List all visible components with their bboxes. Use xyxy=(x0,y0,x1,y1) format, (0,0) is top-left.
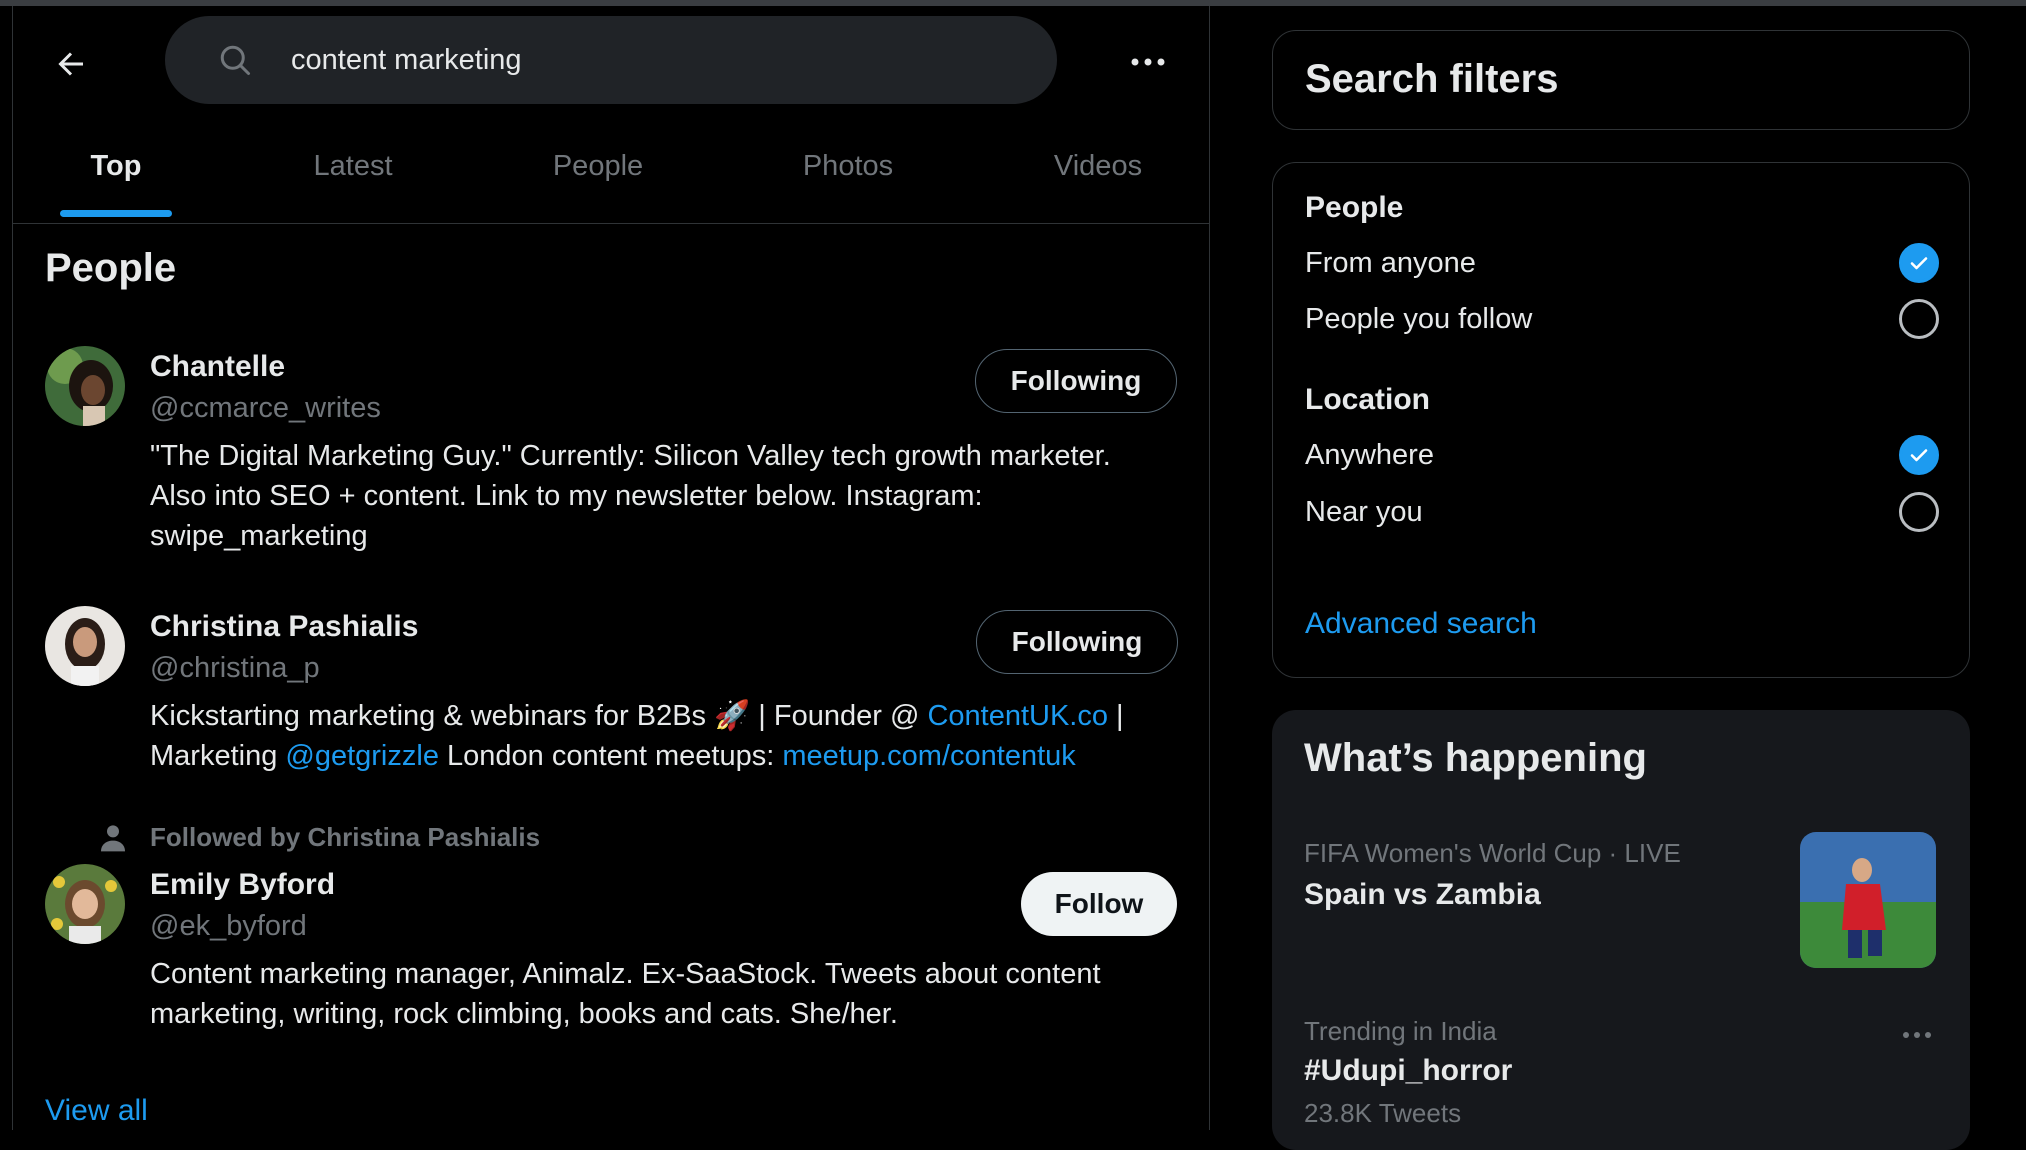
whats-happening-title: What’s happening xyxy=(1304,736,1647,780)
back-button[interactable] xyxy=(43,36,99,92)
location-filter-heading: Location xyxy=(1305,383,1430,416)
person-card[interactable]: Emily Byford @ek_byford Follow Content m… xyxy=(13,856,1209,1056)
main-column: Top Latest People Photos Videos People C… xyxy=(12,6,1210,1130)
trend-name[interactable]: Spain vs Zambia xyxy=(1304,878,1541,912)
bio-mention-link[interactable]: @getgrizzle xyxy=(285,740,439,772)
near-you-radio[interactable] xyxy=(1899,492,1939,532)
person-handle: @ek_byford xyxy=(150,910,307,942)
search-tabs: Top Latest People Photos Videos xyxy=(13,108,1209,224)
people-you-follow-label[interactable]: People you follow xyxy=(1305,303,1532,336)
back-arrow-icon xyxy=(58,52,83,76)
person-handle: @christina_p xyxy=(150,652,320,684)
bio-line: marketing, writing, rock climbing, books… xyxy=(150,998,898,1030)
tab-people[interactable]: People xyxy=(523,108,673,224)
person-card[interactable]: Christina Pashialis @christina_p Followi… xyxy=(13,596,1209,796)
advanced-search-link[interactable]: Advanced search xyxy=(1305,607,1537,641)
view-all-link[interactable]: View all xyxy=(45,1094,148,1128)
from-anyone-radio[interactable] xyxy=(1899,243,1939,283)
search-filters-header-card: Search filters xyxy=(1272,30,1970,130)
bio-text: Marketing xyxy=(150,740,286,772)
person-name[interactable]: Chantelle xyxy=(150,350,285,384)
bio-text: | xyxy=(1107,700,1124,732)
from-anyone-label[interactable]: From anyone xyxy=(1305,247,1476,280)
anywhere-radio[interactable] xyxy=(1899,435,1939,475)
trend-name[interactable]: #Udupi_horror xyxy=(1304,1054,1512,1088)
more-icon xyxy=(1131,58,1165,66)
trend-image[interactable] xyxy=(1800,832,1936,968)
checkmark-icon xyxy=(1910,257,1928,270)
person-name[interactable]: Christina Pashialis xyxy=(150,610,418,644)
person-card[interactable]: Chantelle @ccmarce_writes Following "The… xyxy=(13,336,1209,566)
search-bar[interactable] xyxy=(165,16,1057,104)
bio-line: "The Digital Marketing Guy." Currently: … xyxy=(150,440,1111,472)
person-bio: "The Digital Marketing Guy." Currently: … xyxy=(150,436,1190,556)
bio-text: London content meetups: xyxy=(438,740,783,772)
bio-line: Marketing @getgrizzle London content mee… xyxy=(150,736,1190,776)
more-icon xyxy=(1903,1032,1931,1038)
follow-button[interactable]: Follow xyxy=(1021,872,1177,936)
followed-by-context: Followed by Christina Pashialis xyxy=(150,822,541,852)
bio-line: swipe_marketing xyxy=(150,520,368,552)
person-bio: Kickstarting marketing & webinars for B2… xyxy=(150,696,1190,776)
people-filter-heading: People xyxy=(1305,191,1404,224)
people-you-follow-radio[interactable] xyxy=(1899,299,1939,339)
people-section-title: People xyxy=(45,246,177,290)
active-tab-indicator xyxy=(60,210,172,217)
following-button[interactable]: Following xyxy=(975,349,1177,413)
bio-text: Kickstarting marketing & webinars for B2… xyxy=(150,700,928,732)
person-bio: Content marketing manager, Animalz. Ex-S… xyxy=(150,954,1190,1034)
tab-top[interactable]: Top xyxy=(49,108,183,224)
checkmark-icon xyxy=(1910,449,1928,462)
trend-meta: FIFA Women's World Cup · LIVE xyxy=(1304,838,1681,868)
search-filters-card: People From anyone People you follow Loc… xyxy=(1272,162,1970,678)
bio-line: Content marketing manager, Animalz. Ex-S… xyxy=(150,958,1101,990)
person-handle: @ccmarce_writes xyxy=(150,392,381,424)
person-name[interactable]: Emily Byford xyxy=(150,868,335,902)
avatar[interactable] xyxy=(45,346,125,426)
near-you-label[interactable]: Near you xyxy=(1305,496,1423,529)
search-icon xyxy=(220,45,250,75)
tab-photos[interactable]: Photos xyxy=(773,108,923,224)
tab-videos[interactable]: Videos xyxy=(1023,108,1173,224)
bio-line: Kickstarting marketing & webinars for B2… xyxy=(150,696,1190,736)
bio-link[interactable]: ContentUK.co xyxy=(927,700,1108,732)
trend-more-button[interactable] xyxy=(1892,1020,1942,1050)
more-options-button[interactable] xyxy=(1123,40,1173,84)
trend-meta: Trending in India xyxy=(1304,1016,1497,1046)
avatar[interactable] xyxy=(45,864,125,944)
following-button[interactable]: Following xyxy=(976,610,1178,674)
whats-happening-panel: What’s happening FIFA Women's World Cup … xyxy=(1272,710,1970,1150)
anywhere-label[interactable]: Anywhere xyxy=(1305,439,1434,472)
search-input[interactable] xyxy=(291,34,1011,86)
trend-count: 23.8K Tweets xyxy=(1304,1098,1462,1128)
avatar[interactable] xyxy=(45,606,125,686)
search-filters-title: Search filters xyxy=(1305,57,1559,101)
tab-latest[interactable]: Latest xyxy=(283,108,423,224)
bio-line: Also into SEO + content. Link to my news… xyxy=(150,480,983,512)
bio-link[interactable]: meetup.com/contentuk xyxy=(782,740,1075,772)
person-icon xyxy=(101,825,125,852)
